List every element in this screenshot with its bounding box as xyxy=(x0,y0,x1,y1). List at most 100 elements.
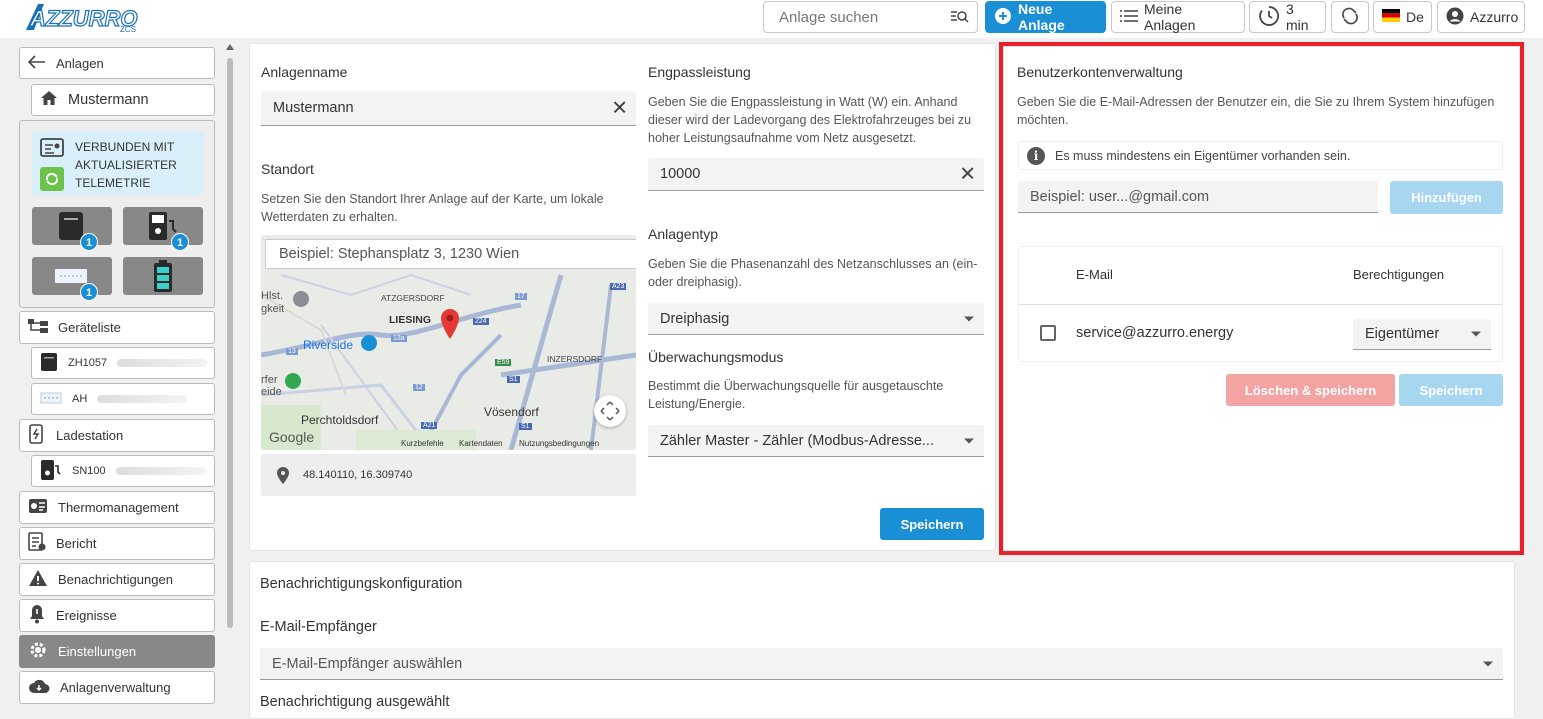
sidebar-item-plant-management[interactable]: Anlagenverwaltung xyxy=(19,671,215,704)
status-line-3: Telemetrie xyxy=(75,176,151,190)
arrow-left-icon xyxy=(27,54,46,72)
sidebar-item-thermo-management[interactable]: Thermomanagement xyxy=(19,491,215,524)
status-line-2: aktualisierter xyxy=(75,158,177,172)
refresh-interval-button[interactable]: 3 min xyxy=(1249,1,1326,33)
map-label: rfer xyxy=(261,374,278,386)
notification-selected-label: Benachrichtigung ausgewählt xyxy=(260,694,450,710)
map-label: ATZGERSDORF xyxy=(381,293,445,303)
plant-search-input[interactable]: Anlage suchen xyxy=(763,1,978,33)
location-label: Standort xyxy=(261,161,314,177)
svg-text:ZCS: ZCS xyxy=(120,25,136,34)
map-label: Perchtoldsdorf xyxy=(301,413,379,427)
road-label: A21 xyxy=(421,422,438,429)
battery-tile[interactable] xyxy=(123,257,203,295)
charger-tile[interactable] xyxy=(123,207,203,245)
monitoring-mode-select[interactable]: Zähler Master - Zähler (Modbus-Adresse..… xyxy=(648,425,984,457)
sidebar-item-notifications[interactable]: Benachrichtigungen xyxy=(19,563,215,596)
bottleneck-input[interactable]: 10000 ✕ xyxy=(648,158,984,191)
sidebar-item-events[interactable]: Ereignisse xyxy=(19,599,215,632)
bottleneck-description: Geben Sie die Engpassleistung in Watt (W… xyxy=(648,95,972,145)
road-label: 13 xyxy=(286,348,298,355)
save-plant-settings-button[interactable]: Speichern xyxy=(880,508,984,540)
outdoor-unit-icon xyxy=(40,391,62,408)
map-label: INZERSDORF xyxy=(547,354,603,364)
heat-pump-badge: 1 xyxy=(80,283,98,301)
map-label: LIESING xyxy=(389,314,432,326)
chevron-down-icon xyxy=(1483,661,1493,666)
road-label: A23 xyxy=(610,283,627,290)
road-label: S1 xyxy=(519,423,532,430)
refresh-icon xyxy=(1340,6,1360,29)
highlight-frame xyxy=(999,42,1524,555)
list-icon xyxy=(1120,9,1138,26)
road-label: 13a xyxy=(391,335,407,342)
plant-type-description: Geben Sie die Phasenanzahl des Netzansch… xyxy=(648,257,978,289)
bell-alert-icon xyxy=(28,604,46,627)
bottleneck-label: Engpassleistung xyxy=(648,64,751,80)
battery-icon xyxy=(154,260,172,292)
redacted-serial xyxy=(97,395,188,403)
sidebar-scroll-thumb[interactable] xyxy=(227,58,233,628)
plant-type-select[interactable]: Dreiphasig xyxy=(648,303,984,335)
sidebar-item-charging-station[interactable]: Ladestation xyxy=(19,419,215,452)
map-label: Vösendorf xyxy=(484,405,539,419)
user-menu-button[interactable]: Azzurro xyxy=(1437,1,1525,33)
plant-name-input[interactable]: Mustermann ✕ xyxy=(261,91,636,126)
road-label: E59 xyxy=(495,359,512,366)
road-label: 224 xyxy=(473,318,489,325)
language-button[interactable]: De xyxy=(1373,1,1432,33)
map-address-search[interactable]: Beispiel: Stephansplatz 3, 1230 Wien xyxy=(265,239,636,269)
charger-badge: 1 xyxy=(171,233,189,251)
redacted-serial xyxy=(115,467,206,475)
road-label: 12 xyxy=(413,384,425,391)
redacted-serial xyxy=(117,359,208,367)
timer-icon xyxy=(1258,5,1280,30)
road-label: 17 xyxy=(515,293,527,300)
sync-icon xyxy=(40,167,64,191)
plus-circle-icon xyxy=(994,7,1012,28)
german-flag-icon xyxy=(1382,9,1400,25)
sidebar-item-settings[interactable]: Einstellungen xyxy=(19,635,215,668)
clear-icon[interactable]: ✕ xyxy=(611,96,628,121)
connection-status: Verbunden mit aktualisierter Telemetrie xyxy=(32,131,204,195)
refresh-button[interactable] xyxy=(1331,1,1369,33)
sidebar-item-charger-device[interactable]: SN100 xyxy=(31,455,215,487)
scroll-up-arrow-icon[interactable] xyxy=(226,44,234,50)
inverter-tile[interactable] xyxy=(32,207,112,245)
map-label: eide xyxy=(261,386,282,398)
sidebar-item-device-list[interactable]: Geräteliste xyxy=(19,311,215,344)
email-recipients-select[interactable]: E-Mail-Empfänger auswählen xyxy=(260,648,1503,680)
map-label: Riverside xyxy=(303,338,354,352)
gear-icon xyxy=(28,640,48,663)
new-plant-button[interactable]: Neue Anlage xyxy=(985,1,1106,33)
my-plants-button[interactable]: Meine Anlagen xyxy=(1111,1,1245,33)
map-terms-link[interactable]: Nutzungsbedingungen xyxy=(519,439,599,448)
location-description: Setzen Sie den Standort Ihrer Anlage auf… xyxy=(261,192,604,224)
sidebar-item-report[interactable]: Bericht xyxy=(19,527,215,560)
azzurro-logo[interactable]: AZZURRO ZCS xyxy=(24,2,146,34)
move-arrows-icon xyxy=(600,401,620,421)
charging-station-icon xyxy=(28,424,46,447)
map-pan-control[interactable] xyxy=(594,395,626,427)
email-recipients-label: E-Mail-Empfänger xyxy=(260,619,377,635)
map-data-link[interactable]: Kartendaten xyxy=(459,439,503,448)
map-pin-icon[interactable] xyxy=(440,308,460,340)
plant-type-label: Anlagentyp xyxy=(648,226,719,242)
thermo-card-icon xyxy=(28,498,48,517)
inverter-icon xyxy=(40,352,58,375)
home-icon xyxy=(40,90,58,110)
chevron-down-icon xyxy=(964,316,974,321)
plant-name-item[interactable]: Mustermann xyxy=(31,84,215,116)
sidebar-item-inverter[interactable]: ZH1057 xyxy=(31,347,215,379)
location-map[interactable]: Beispiel: Stephansplatz 3, 1230 Wien ATZ… xyxy=(261,235,636,450)
ev-charger-icon xyxy=(40,459,62,484)
heat-pump-tile[interactable] xyxy=(32,257,112,295)
map-shortcuts-link[interactable]: Kurzbefehle xyxy=(401,439,444,448)
plant-name-label: Anlagenname xyxy=(261,64,348,80)
sidebar-item-heat-pump[interactable]: AH xyxy=(31,383,215,415)
status-line-1: Verbunden mit xyxy=(75,140,175,154)
back-to-plants-button[interactable]: Anlagen xyxy=(19,47,215,79)
map-label: gkeit xyxy=(261,303,285,315)
notification-config-title: Benachrichtigungskonfiguration xyxy=(260,576,463,592)
clear-icon[interactable]: ✕ xyxy=(959,162,976,187)
